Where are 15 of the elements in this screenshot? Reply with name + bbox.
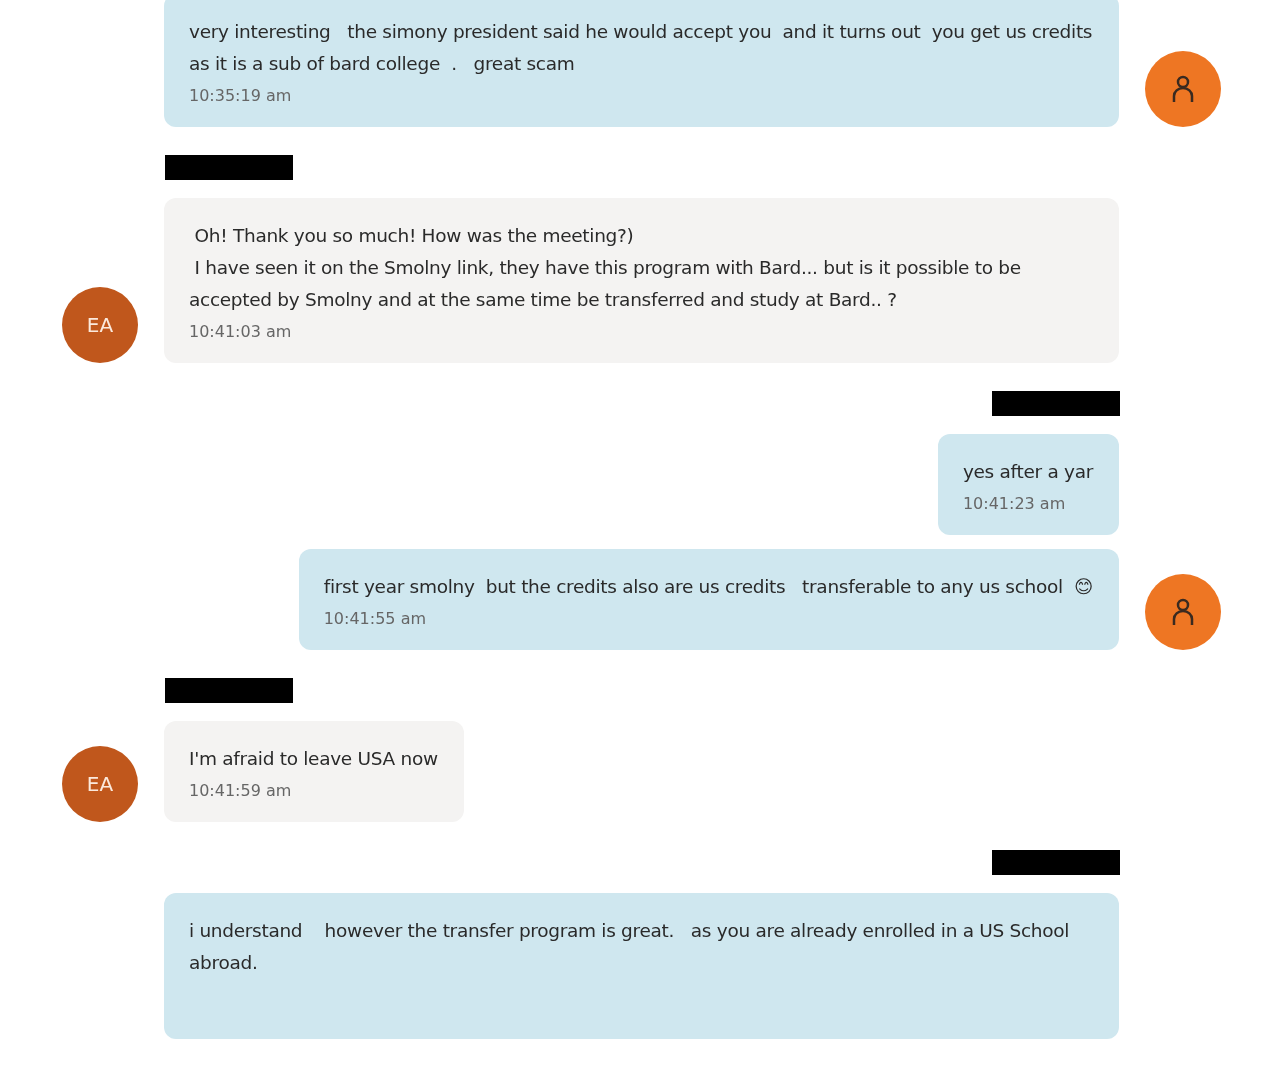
message-time: 10:41:23 am <box>962 494 1067 513</box>
message-text: I'm afraid to leave USA now <box>189 747 438 771</box>
user-avatar: EA <box>62 287 138 363</box>
message-time: 10:41:03 am <box>189 322 293 341</box>
message-time: 10:41:55 am <box>323 609 428 628</box>
message-time: 10:41:59 am <box>189 781 293 800</box>
user-avatar: EA <box>62 746 138 822</box>
message-text: yes after a yar <box>962 460 1093 484</box>
person-icon <box>1172 75 1194 103</box>
message-text: first year smolny but the credits also are us credits transferable to any us school 😊 <box>323 575 1093 599</box>
message-text: Oh! Thank you so much! How was the meeting?) I have seen it on the Smolny link, they have this program with Bard... but is it possible to be accepted by Smolny and at the same time be transferred and study at Bard.. ? <box>189 224 1022 312</box>
message-time: 10:35:19 am <box>189 86 293 105</box>
message-text: i understand however the transfer program is great. as you are already enrolled in a US School abroad. <box>189 919 1071 975</box>
message-text: very interesting the simony president said he would accept you and it turns out you get us credits as it is a sub of bard college . great scam <box>189 20 1093 76</box>
person-icon <box>1172 598 1194 626</box>
